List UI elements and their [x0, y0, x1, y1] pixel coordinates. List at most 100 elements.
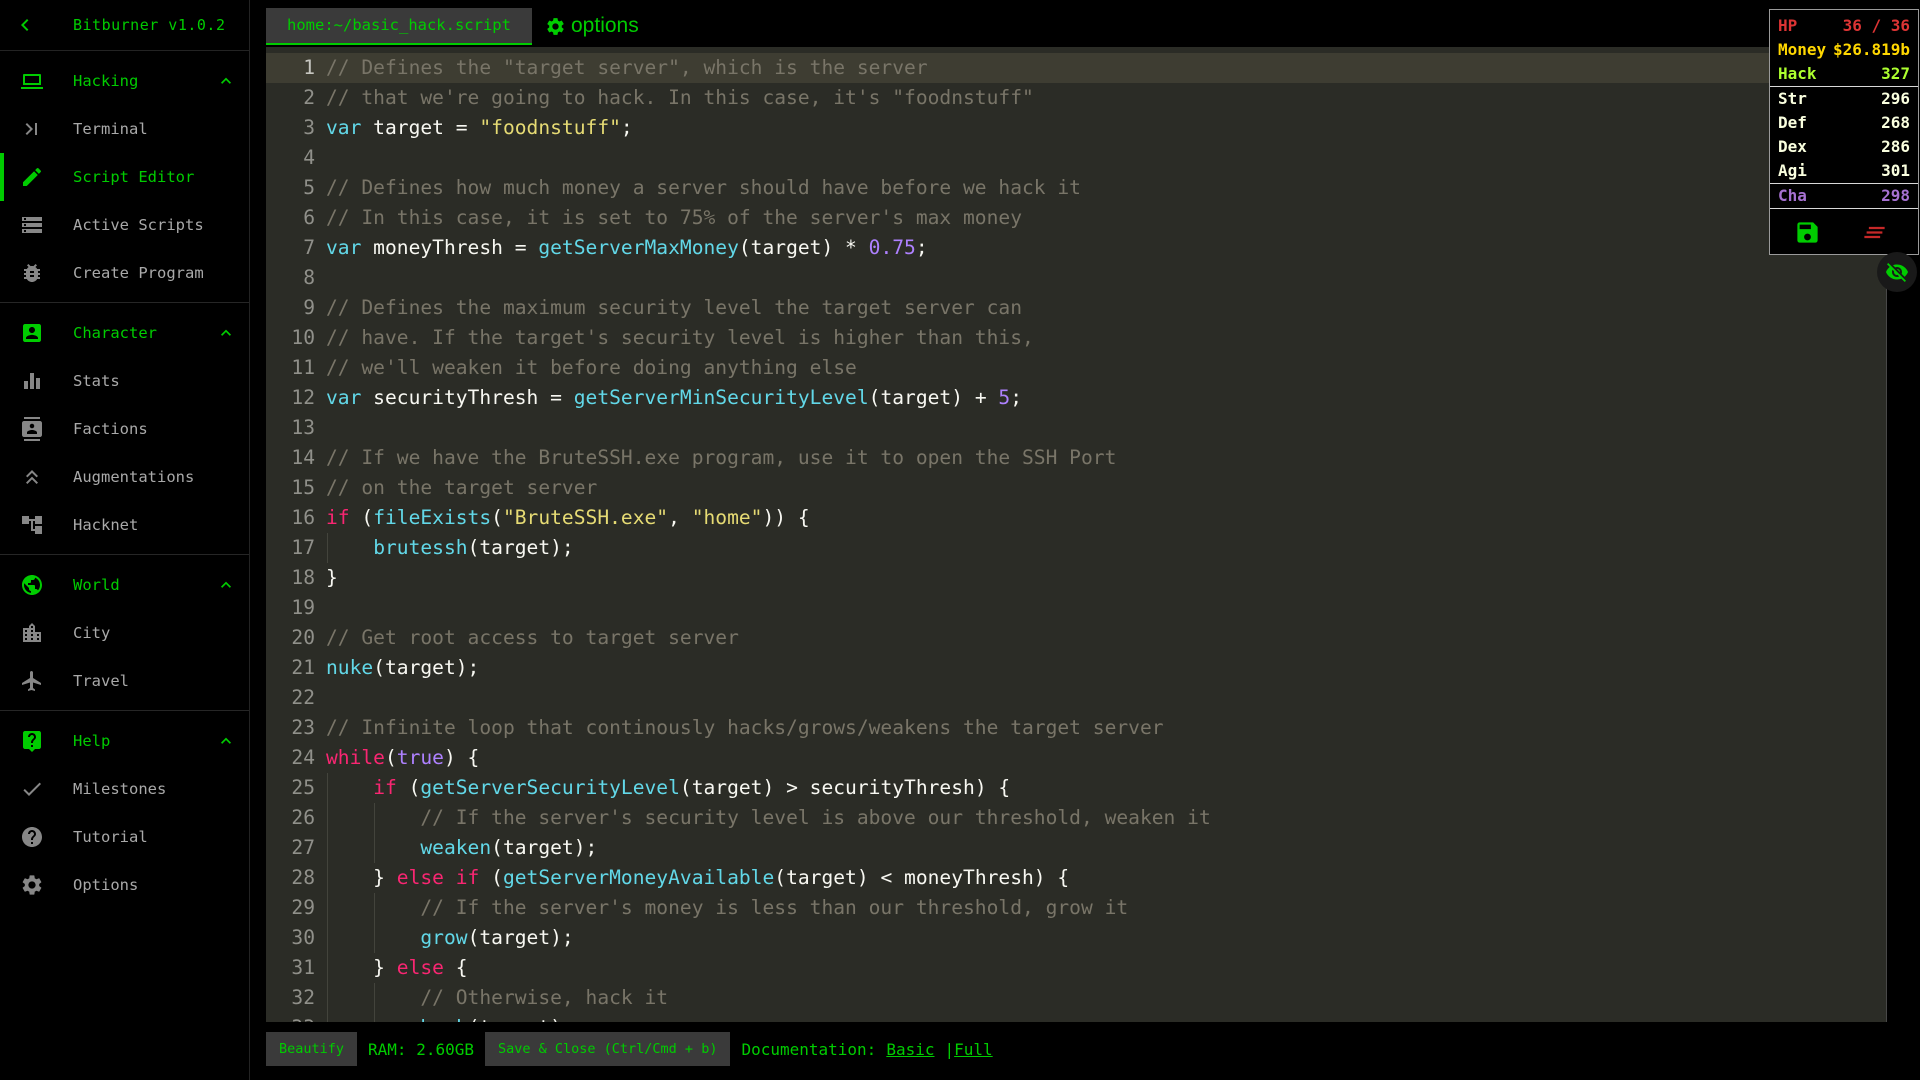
code-editor[interactable]: 1 // Defines the "target server", which i… — [266, 47, 1887, 1022]
save-close-button[interactable]: Save & Close (Ctrl/Cmd + b) — [485, 1032, 731, 1066]
stat-rows: HP 36 / 36 Money $26.819b Hack 327 Str 296 Def 26… — [1770, 14, 1918, 209]
sidebar-item-tutorial[interactable]: Tutorial — [0, 813, 249, 861]
pencil-icon — [20, 165, 44, 189]
chevron-up-icon — [216, 71, 236, 91]
question-circle-icon — [20, 825, 44, 849]
code-line: 19 — [266, 593, 1886, 623]
stat-label-def: Def — [1778, 113, 1807, 132]
code-line: 5 // Defines how much money a server shou… — [266, 173, 1886, 203]
line-number: 21 — [291, 656, 315, 679]
sidebar-header: Bitburner v1.0.2 — [0, 0, 249, 51]
chevron-left-icon[interactable] — [13, 13, 37, 37]
documentation-basic-link[interactable]: Basic — [886, 1040, 934, 1059]
code-line: 15 // on the target server — [266, 473, 1886, 503]
sidebar-section-label: Character — [73, 324, 157, 342]
sidebar-item-script-editor[interactable]: Script Editor — [0, 153, 249, 201]
line-number: 25 — [291, 776, 315, 799]
line-number: 12 — [291, 386, 315, 409]
stat-row-hp: HP 36 / 36 — [1770, 14, 1918, 38]
code-line-text: nuke(target); — [326, 656, 480, 679]
sidebar-item-city[interactable]: City — [0, 609, 249, 657]
code-line-text: // Defines how much money a server shoul… — [326, 176, 1081, 199]
sidebar-item-stats[interactable]: Stats — [0, 357, 249, 405]
code-line: 31 } else { — [266, 953, 1886, 983]
code-line: 26 // If the server's security level is … — [266, 803, 1886, 833]
code-line-text: // we'll weaken it before doing anything… — [326, 356, 857, 379]
code-line: 17 brutessh(target); — [266, 533, 1886, 563]
sidebar-section-help: Help Milestones Tutorial Options — [0, 711, 249, 909]
code-line: 10 // have. If the target's security leve… — [266, 323, 1886, 353]
sidebar-section-character: Character Stats Factions Augmentations Hackn… — [0, 303, 249, 549]
sidebar-item-factions[interactable]: Factions — [0, 405, 249, 453]
code-line-text: // Get root access to target server — [326, 626, 739, 649]
code-line: 20 // Get root access to target server — [266, 623, 1886, 653]
stat-value-cha: 298 — [1881, 186, 1910, 205]
stat-value-hp: 36 / 36 — [1842, 16, 1910, 35]
beautify-button[interactable]: Beautify — [266, 1032, 358, 1066]
stat-value-money: $26.819b — [1832, 40, 1910, 59]
stat-row-dex: Dex 286 — [1770, 135, 1918, 159]
sidebar-section-hacking: Hacking Terminal Script Editor Active Scrip… — [0, 51, 249, 297]
code-line-text: // In this case, it is set to 75% of the… — [326, 206, 1022, 229]
code-line: 8 — [266, 263, 1886, 293]
sidebar-item-travel[interactable]: Travel — [0, 657, 249, 705]
kill-all-scripts-button[interactable] — [1861, 219, 1888, 246]
code-line: 30 grow(target); — [266, 923, 1886, 953]
code-line-text: } else { — [326, 956, 468, 979]
code-line-text: } — [326, 566, 338, 589]
line-number: 30 — [291, 926, 315, 949]
code-line-text: hack(target); — [326, 1013, 573, 1022]
sidebar-sections: Hacking Terminal Script Editor Active Scrip… — [0, 51, 249, 909]
city-icon — [20, 621, 44, 645]
stat-label-hp: HP — [1778, 16, 1798, 35]
toggle-stats-visibility-button[interactable] — [1877, 252, 1917, 292]
sidebar-item-create-program[interactable]: Create Program — [0, 249, 249, 297]
line-number: 17 — [291, 536, 315, 559]
editor-options-button[interactable]: options — [545, 8, 639, 44]
code-line-text: while(true) { — [326, 746, 480, 769]
line-number: 29 — [291, 896, 315, 919]
sidebar-item-hacknet[interactable]: Hacknet — [0, 501, 249, 549]
code-line-text: // on the target server — [326, 476, 598, 499]
code-line: 22 — [266, 683, 1886, 713]
code-line: 16 if (fileExists("BruteSSH.exe", "home")… — [266, 503, 1886, 533]
stats-bars-icon — [20, 369, 44, 393]
factions-badge-icon — [20, 417, 44, 441]
scripts-list-icon — [20, 213, 44, 237]
sidebar-item-options[interactable]: Options — [0, 861, 249, 909]
sidebar-item-label: Terminal — [73, 120, 148, 138]
line-number: 9 — [303, 296, 315, 319]
sidebar-section-header-hacking[interactable]: Hacking — [0, 57, 249, 105]
documentation-full-link[interactable]: Full — [954, 1040, 993, 1059]
code-line: 14 // If we have the BruteSSH.exe program… — [266, 443, 1886, 473]
code-line: 6 // In this case, it is set to 75% of th… — [266, 203, 1886, 233]
stat-row-cha: Cha 298 — [1770, 184, 1918, 209]
stat-label-dex: Dex — [1778, 137, 1807, 156]
chevron-up-icon — [216, 575, 236, 595]
code-line: 12 var securityThresh = getServerMinSecur… — [266, 383, 1886, 413]
sidebar-section-header-character[interactable]: Character — [0, 309, 249, 357]
documentation-label: Documentation: — [741, 1039, 877, 1059]
sidebar-item-terminal[interactable]: Terminal — [0, 105, 249, 153]
sidebar-item-label: Script Editor — [73, 168, 195, 186]
stat-label-agi: Agi — [1778, 161, 1807, 180]
stat-label-cha: Cha — [1778, 186, 1807, 205]
code-line-text: // If we have the BruteSSH.exe program, … — [326, 446, 1117, 469]
sidebar-item-milestones[interactable]: Milestones — [0, 765, 249, 813]
sidebar-item-augmentations[interactable]: Augmentations — [0, 453, 249, 501]
sidebar-section-header-world[interactable]: World — [0, 561, 249, 609]
save-game-button[interactable] — [1794, 219, 1821, 246]
sidebar-item-active-scripts[interactable]: Active Scripts — [0, 201, 249, 249]
code-line-text: // have. If the target's security level … — [326, 326, 1034, 349]
sidebar-item-label: Stats — [73, 372, 120, 390]
tab-basic-hack-script[interactable]: home:~/basic_hack.script — [266, 8, 532, 45]
check-icon — [20, 777, 44, 801]
code-line-text: // Otherwise, hack it — [420, 986, 669, 1009]
code-line-text: // If the server's money is less than ou… — [420, 896, 1129, 919]
line-number: 28 — [291, 866, 315, 889]
help-bubble-icon — [20, 729, 44, 753]
line-number: 14 — [291, 446, 315, 469]
code-line-text: var moneyThresh = getServerMaxMoney(targ… — [326, 236, 928, 259]
line-number: 33 — [266, 1013, 315, 1022]
sidebar-section-header-help[interactable]: Help — [0, 717, 249, 765]
